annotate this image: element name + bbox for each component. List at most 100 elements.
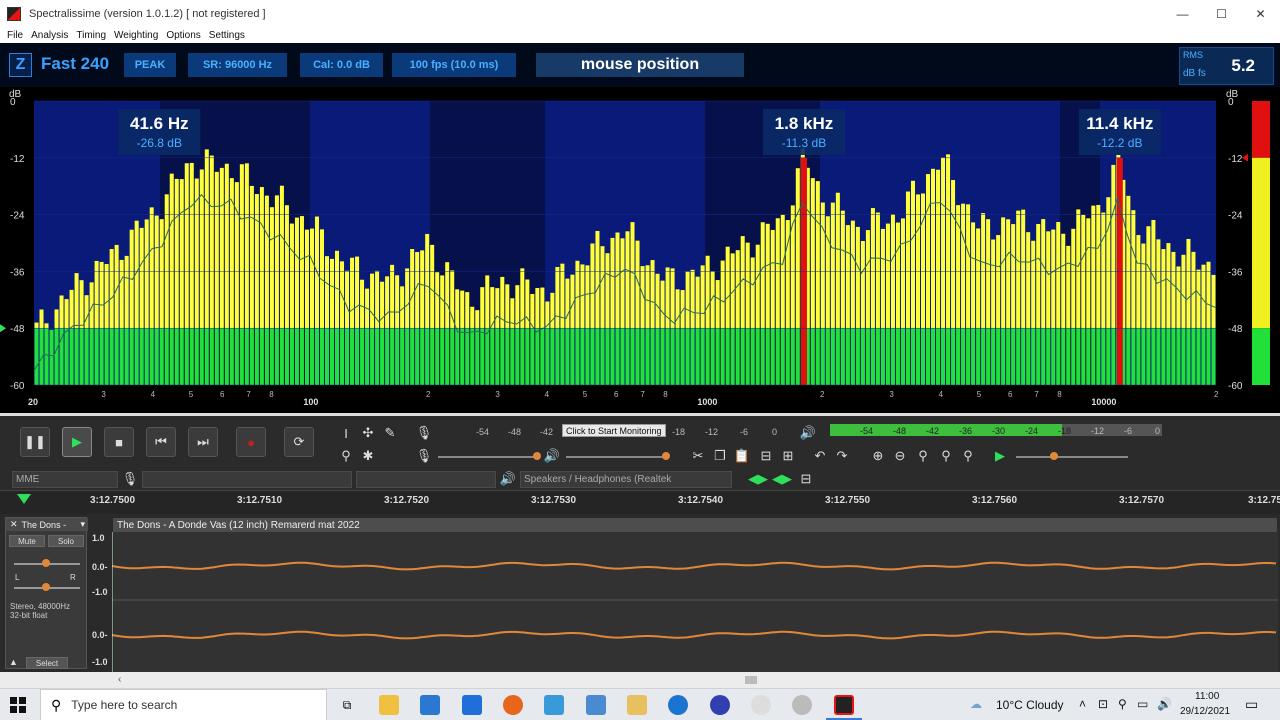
spectrum-chart[interactable]: 0 0-12 -12-24 -24-36 -36-48 -48-60 -60dB dB20 10… bbox=[0, 87, 1280, 413]
app-window-icon[interactable] bbox=[544, 695, 564, 715]
clock-date[interactable]: 29/12/2021 bbox=[1180, 706, 1230, 717]
close-button[interactable]: ✕ bbox=[1241, 0, 1280, 28]
skip-end-button[interactable]: ⏭ bbox=[188, 427, 218, 457]
weather-text[interactable]: 10°C Cloudy bbox=[996, 698, 1064, 712]
redo-icon[interactable]: ↷ bbox=[832, 446, 852, 466]
waveform-display[interactable] bbox=[112, 532, 1278, 672]
track-name-dropdown[interactable]: ✕ The Dons - ▾ bbox=[6, 518, 88, 531]
stop-button[interactable]: ■ bbox=[104, 427, 134, 457]
spectralissime-taskbar-icon[interactable] bbox=[834, 695, 854, 715]
menu-timing[interactable]: Timing bbox=[76, 30, 106, 41]
mode-label[interactable]: Fast 240 bbox=[41, 54, 109, 74]
fit-project-icon[interactable]: ⚲ bbox=[936, 446, 956, 466]
collapse-track-icon[interactable]: ▲ bbox=[9, 657, 18, 667]
z-weighting-button[interactable]: Z bbox=[9, 53, 32, 77]
paste-icon[interactable]: 📋 bbox=[732, 446, 752, 466]
envelope-tool-icon[interactable]: ✣ bbox=[358, 423, 378, 443]
track-menu-chevron-down-icon[interactable]: ▾ bbox=[80, 519, 85, 530]
playback-device-select[interactable]: Speakers / Headphones (Realtek bbox=[520, 471, 732, 488]
trim-icon[interactable]: ⊟ bbox=[756, 446, 776, 466]
menu-weighting[interactable]: Weighting bbox=[114, 30, 158, 41]
record-volume-slider[interactable] bbox=[438, 456, 538, 458]
play-speed-slider[interactable] bbox=[1016, 456, 1128, 458]
skip-start-button[interactable]: ⏮ bbox=[146, 427, 176, 457]
file-explorer-icon[interactable] bbox=[379, 695, 399, 715]
record-button[interactable]: ● bbox=[236, 427, 266, 457]
pan-thumb[interactable] bbox=[42, 583, 50, 591]
mail-icon[interactable] bbox=[462, 695, 482, 715]
task-view-icon[interactable]: ⧉ bbox=[337, 695, 357, 715]
tray-usb-icon[interactable]: ⚲ bbox=[1118, 697, 1127, 711]
record-volume-mic-icon[interactable]: 🎙 bbox=[414, 446, 434, 466]
pause-button[interactable]: ❚❚ bbox=[20, 427, 50, 457]
play-speed-thumb[interactable] bbox=[1050, 452, 1058, 460]
playback-volume-speaker-icon[interactable]: 🔊 bbox=[542, 446, 562, 466]
notifications-icon[interactable]: ▭ bbox=[1245, 696, 1258, 713]
maximize-button[interactable]: ☐ bbox=[1202, 0, 1241, 28]
zoom-toggle-icon[interactable]: ⚲ bbox=[958, 446, 978, 466]
cut-icon[interactable]: ✂ bbox=[688, 446, 708, 466]
minimize-button[interactable]: — bbox=[1163, 0, 1202, 28]
tray-display-icon[interactable]: ▭ bbox=[1137, 697, 1148, 711]
store-icon[interactable] bbox=[420, 695, 440, 715]
obs-icon[interactable] bbox=[751, 695, 771, 715]
menu-settings[interactable]: Settings bbox=[209, 30, 245, 41]
taskbar-search-box[interactable]: ⚲ Type here to search bbox=[40, 689, 327, 720]
fps-button[interactable]: 100 fps (10.0 ms) bbox=[392, 53, 516, 77]
menu-file[interactable]: File bbox=[7, 30, 23, 41]
play-button[interactable]: ▶ bbox=[62, 427, 92, 457]
calibration-button[interactable]: Cal: 0.0 dB bbox=[300, 53, 383, 77]
zoom-out-icon[interactable]: ⊖ bbox=[890, 446, 910, 466]
windows-start-icon[interactable] bbox=[10, 697, 26, 713]
playback-volume-slider[interactable] bbox=[566, 456, 666, 458]
loop-button[interactable]: ⟳ bbox=[284, 427, 314, 457]
copy-icon[interactable]: ❐ bbox=[710, 446, 730, 466]
horizontal-scrollbar[interactable]: ‹ bbox=[0, 672, 1280, 688]
fit-selection-icon[interactable]: ⚲ bbox=[913, 446, 933, 466]
silence-icon[interactable]: ⊞ bbox=[778, 446, 798, 466]
clock-time[interactable]: 11:00 bbox=[1195, 691, 1219, 702]
selection-tool-icon[interactable]: I bbox=[336, 423, 356, 443]
playback-meter-speaker-icon[interactable]: 🔊 bbox=[798, 423, 818, 443]
playback-volume-thumb[interactable] bbox=[662, 452, 670, 460]
tray-network-icon[interactable]: ⊡ bbox=[1098, 697, 1108, 711]
mute-button[interactable]: Mute bbox=[9, 535, 45, 547]
recording-device-select[interactable] bbox=[142, 471, 352, 488]
select-track-button[interactable]: Select bbox=[26, 657, 68, 669]
record-volume-thumb[interactable] bbox=[533, 452, 541, 460]
scroll-thumb[interactable] bbox=[745, 676, 757, 684]
audacity-icon[interactable] bbox=[710, 695, 730, 715]
media-icon[interactable] bbox=[627, 695, 647, 715]
tray-chevron-up-icon[interactable]: ˄ bbox=[1079, 697, 1086, 711]
menu-options[interactable]: Options bbox=[166, 30, 200, 41]
track-close-icon[interactable]: ✕ bbox=[10, 519, 18, 530]
menu-analysis[interactable]: Analysis bbox=[31, 30, 68, 41]
app-installer-icon[interactable] bbox=[586, 695, 606, 715]
timeline-ruler[interactable]: 3:12.7500 3:12.7510 3:12.7520 3:12.7530 … bbox=[0, 490, 1280, 514]
playhead-marker-icon[interactable] bbox=[17, 494, 31, 504]
audio-host-select[interactable]: MME bbox=[12, 471, 118, 488]
start-monitoring-button[interactable]: Click to Start Monitoring bbox=[562, 424, 666, 437]
solo-button[interactable]: Solo bbox=[48, 535, 84, 547]
recording-channels-select[interactable] bbox=[356, 471, 496, 488]
scroll-left-icon[interactable]: ‹ bbox=[118, 674, 121, 685]
zoom-in-icon[interactable]: ⊕ bbox=[868, 446, 888, 466]
tray-volume-icon[interactable]: 🔊 bbox=[1157, 697, 1172, 711]
firefox-icon[interactable] bbox=[503, 695, 523, 715]
multi-tool-icon[interactable]: ✱ bbox=[358, 446, 378, 466]
record-meter-mic-icon[interactable]: 🎙 bbox=[414, 423, 434, 443]
clip-title-bar[interactable]: The Dons - A Donde Vas (12 inch) Remarer… bbox=[113, 518, 1277, 532]
sample-rate-button[interactable]: SR: 96000 Hz bbox=[188, 53, 287, 77]
snap-icon[interactable]: ⊟ bbox=[796, 469, 816, 489]
skip-forward-icon[interactable]: ◀▶ bbox=[772, 469, 792, 489]
skip-backward-icon[interactable]: ◀▶ bbox=[748, 469, 768, 489]
zoom-tool-icon[interactable]: ⚲ bbox=[336, 446, 356, 466]
draw-tool-icon[interactable]: ✎ bbox=[380, 423, 400, 443]
gain-thumb[interactable] bbox=[42, 559, 50, 567]
peak-button[interactable]: PEAK bbox=[124, 53, 176, 77]
teamviewer-icon[interactable] bbox=[668, 695, 688, 715]
undo-icon[interactable]: ↶ bbox=[810, 446, 830, 466]
play-at-speed-icon[interactable]: ▶ bbox=[990, 446, 1010, 466]
app-icon-2[interactable] bbox=[792, 695, 812, 715]
weather-cloud-icon[interactable]: ☁ bbox=[970, 697, 982, 711]
